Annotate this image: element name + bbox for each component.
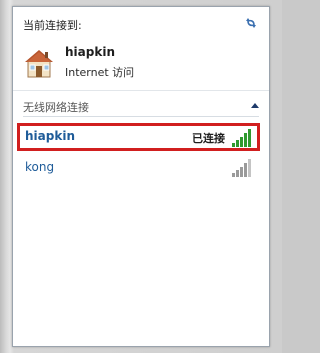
chevron-up-icon[interactable]: [251, 102, 259, 108]
signal-bars-icon: [232, 129, 251, 147]
signal-bars-icon: [232, 159, 251, 177]
network-item-hiapkin[interactable]: hiapkin 已连接: [17, 123, 260, 151]
divider: [13, 90, 269, 91]
current-network-status: Internet 访问: [65, 66, 135, 79]
network-flyout: 当前连接到: hiapkin Internet 访问 无线网络连接 hiapki…: [12, 6, 270, 347]
network-item-name: kong: [25, 160, 55, 174]
current-network-name: hiapkin: [65, 45, 115, 59]
house-icon: [25, 50, 53, 78]
network-item-kong[interactable]: kong: [17, 155, 260, 183]
current-connection-label: 当前连接到:: [23, 19, 82, 32]
section-divider: [23, 116, 259, 117]
wireless-section-title: 无线网络连接: [23, 101, 89, 114]
refresh-icon[interactable]: [243, 15, 259, 31]
network-item-name: hiapkin: [25, 129, 75, 143]
network-item-state: 已连接: [192, 132, 225, 145]
